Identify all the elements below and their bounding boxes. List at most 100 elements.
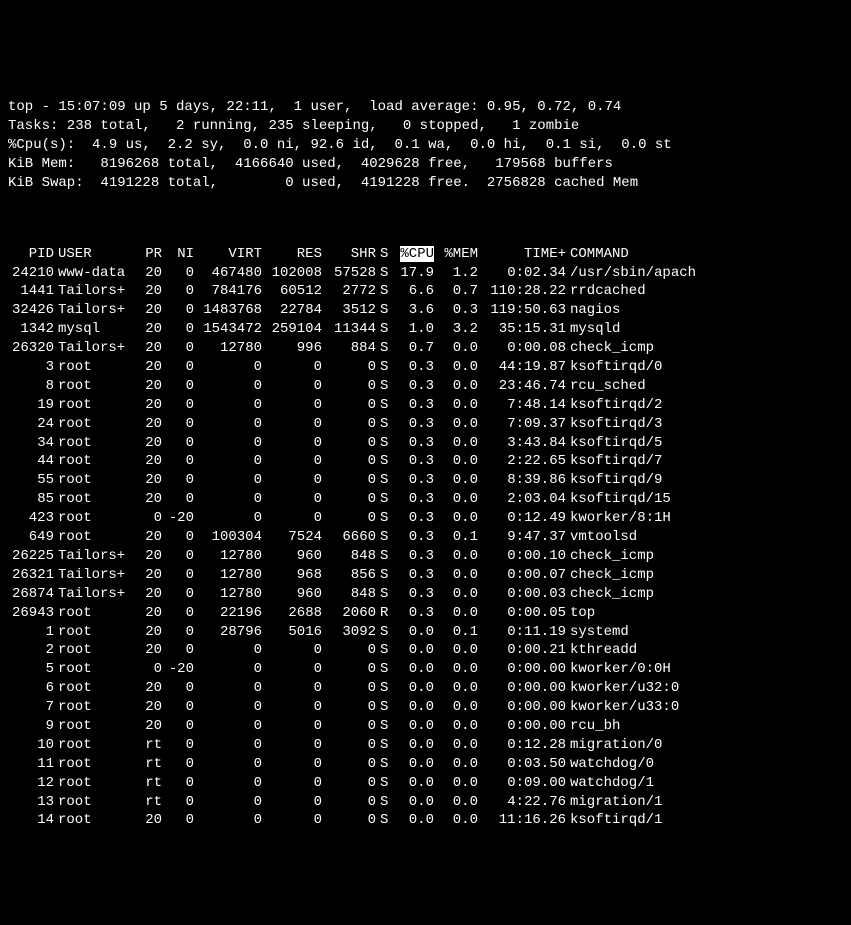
cell-time: 11:16.26 (482, 811, 570, 830)
cell-mem: 0.0 (438, 377, 482, 396)
cell-res: 0 (266, 641, 326, 660)
cell-ni: 0 (166, 301, 198, 320)
cell-mem: 0.0 (438, 509, 482, 528)
table-row[interactable]: 12rootrt0000S0.00.00:09.00watchdog/1 (8, 774, 700, 793)
col-res[interactable]: RES (266, 245, 326, 264)
table-row[interactable]: 19root200000S0.30.07:48.14ksoftirqd/2 (8, 396, 700, 415)
cell-res: 0 (266, 434, 326, 453)
table-row[interactable]: 649root20010030475246660S0.30.19:47.37vm… (8, 528, 700, 547)
table-row[interactable]: 9root200000S0.00.00:00.00rcu_bh (8, 717, 700, 736)
cell-s: R (380, 604, 394, 623)
cell-s: S (380, 585, 394, 604)
cell-mem: 0.0 (438, 547, 482, 566)
table-row[interactable]: 13rootrt0000S0.00.04:22.76migration/1 (8, 793, 700, 812)
cell-pr: 20 (136, 282, 166, 301)
cell-shr: 0 (326, 358, 380, 377)
table-row[interactable]: 5root0-20000S0.00.00:00.00kworker/0:0H (8, 660, 700, 679)
table-row[interactable]: 55root200000S0.30.08:39.86ksoftirqd/9 (8, 471, 700, 490)
table-row[interactable]: 11rootrt0000S0.00.00:03.50watchdog/0 (8, 755, 700, 774)
table-row[interactable]: 8root200000S0.30.023:46.74rcu_sched (8, 377, 700, 396)
table-row[interactable]: 3root200000S0.30.044:19.87ksoftirqd/0 (8, 358, 700, 377)
table-row[interactable]: 32426Tailors+2001483768227843512S3.60.31… (8, 301, 700, 320)
table-row[interactable]: 24root200000S0.30.07:09.37ksoftirqd/3 (8, 415, 700, 434)
table-row[interactable]: 26943root2002219626882060R0.30.00:00.05t… (8, 604, 700, 623)
table-row[interactable]: 85root200000S0.30.02:03.04ksoftirqd/15 (8, 490, 700, 509)
cell-s: S (380, 339, 394, 358)
cell-cpu: 6.6 (394, 282, 438, 301)
cell-mem: 0.0 (438, 452, 482, 471)
table-row[interactable]: 26321Tailors+20012780968856S0.30.00:00.0… (8, 566, 700, 585)
col-pr[interactable]: PR (136, 245, 166, 264)
table-row[interactable]: 1441Tailors+200784176605122772S6.60.7110… (8, 282, 700, 301)
cell-pid: 34 (8, 434, 58, 453)
col-user[interactable]: USER (58, 245, 136, 264)
cell-mem: 0.7 (438, 282, 482, 301)
cell-ni: 0 (166, 717, 198, 736)
process-table[interactable]: PID USER PR NI VIRT RES SHR S %CPU %MEM … (8, 245, 700, 831)
cell-virt: 0 (198, 490, 266, 509)
summary-mem-line: KiB Mem: 8196268 total, 4166640 used, 40… (8, 156, 613, 172)
cell-time: 0:00.00 (482, 717, 570, 736)
cell-s: S (380, 547, 394, 566)
col-shr[interactable]: SHR (326, 245, 380, 264)
col-virt[interactable]: VIRT (198, 245, 266, 264)
table-row[interactable]: 2root200000S0.00.00:00.21kthreadd (8, 641, 700, 660)
cell-ni: -20 (166, 660, 198, 679)
cell-res: 7524 (266, 528, 326, 547)
cell-user: Tailors+ (58, 547, 136, 566)
cell-shr: 0 (326, 774, 380, 793)
cell-cpu: 0.0 (394, 623, 438, 642)
table-row[interactable]: 34root200000S0.30.03:43.84ksoftirqd/5 (8, 434, 700, 453)
table-row[interactable]: 26874Tailors+20012780960848S0.30.00:00.0… (8, 585, 700, 604)
cell-s: S (380, 679, 394, 698)
cell-virt: 0 (198, 679, 266, 698)
table-row[interactable]: 423root0-20000S0.30.00:12.49kworker/8:1H (8, 509, 700, 528)
cell-ni: 0 (166, 415, 198, 434)
cell-ni: 0 (166, 452, 198, 471)
table-row[interactable]: 14root200000S0.00.011:16.26ksoftirqd/1 (8, 811, 700, 830)
table-row[interactable]: 24210www-data20046748010200857528S17.91.… (8, 264, 700, 283)
col-command[interactable]: COMMAND (570, 245, 700, 264)
cell-time: 2:22.65 (482, 452, 570, 471)
cell-shr: 6660 (326, 528, 380, 547)
cell-res: 0 (266, 509, 326, 528)
table-row[interactable]: 26225Tailors+20012780960848S0.30.00:00.1… (8, 547, 700, 566)
table-row[interactable]: 26320Tailors+20012780996884S0.70.00:00.0… (8, 339, 700, 358)
table-row[interactable]: 6root200000S0.00.00:00.00kworker/u32:0 (8, 679, 700, 698)
cell-shr: 57528 (326, 264, 380, 283)
cell-virt: 0 (198, 641, 266, 660)
cell-cmd: check_icmp (570, 547, 700, 566)
table-row[interactable]: 10rootrt0000S0.00.00:12.28migration/0 (8, 736, 700, 755)
cell-cpu: 0.3 (394, 452, 438, 471)
cell-pr: 20 (136, 547, 166, 566)
cell-time: 0:00.00 (482, 679, 570, 698)
cell-pid: 3 (8, 358, 58, 377)
cell-time: 9:47.37 (482, 528, 570, 547)
cell-res: 0 (266, 736, 326, 755)
col-s[interactable]: S (380, 245, 394, 264)
col-ni[interactable]: NI (166, 245, 198, 264)
col-time[interactable]: TIME+ (482, 245, 570, 264)
table-row[interactable]: 1root2002879650163092S0.00.10:11.19syste… (8, 623, 700, 642)
col-mem[interactable]: %MEM (438, 245, 482, 264)
col-pid[interactable]: PID (8, 245, 58, 264)
cell-s: S (380, 566, 394, 585)
cell-user: root (58, 377, 136, 396)
table-row[interactable]: 1342mysql200154347225910411344S1.03.235:… (8, 320, 700, 339)
cell-pid: 2 (8, 641, 58, 660)
cell-virt: 0 (198, 471, 266, 490)
cell-shr: 884 (326, 339, 380, 358)
cell-mem: 1.2 (438, 264, 482, 283)
cell-user: Tailors+ (58, 339, 136, 358)
cell-virt: 0 (198, 452, 266, 471)
cell-cmd: migration/1 (570, 793, 700, 812)
column-header-row[interactable]: PID USER PR NI VIRT RES SHR S %CPU %MEM … (8, 245, 700, 264)
cell-user: root (58, 396, 136, 415)
cell-pr: 20 (136, 528, 166, 547)
col-cpu[interactable]: %CPU (400, 246, 434, 262)
cell-pid: 26225 (8, 547, 58, 566)
table-row[interactable]: 44root200000S0.30.02:22.65ksoftirqd/7 (8, 452, 700, 471)
table-row[interactable]: 7root200000S0.00.00:00.00kworker/u33:0 (8, 698, 700, 717)
cell-shr: 0 (326, 509, 380, 528)
cell-pr: 20 (136, 471, 166, 490)
